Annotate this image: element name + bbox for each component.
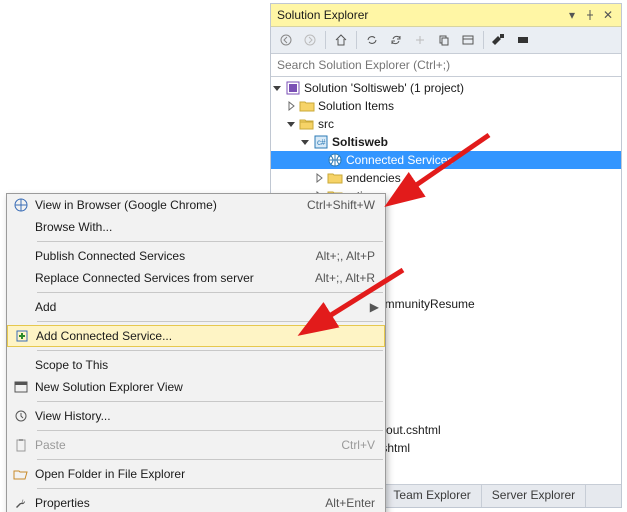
wrench-icon (7, 496, 35, 510)
folder-icon (327, 170, 343, 186)
panel-title: Solution Explorer (277, 8, 563, 22)
node-label: Solution Items (318, 97, 394, 115)
menu-item-shortcut: Ctrl+Shift+W (307, 198, 385, 212)
menu-item-browse-with[interactable]: Browse With... (7, 216, 385, 238)
menu-separator (37, 401, 383, 402)
folder-open-icon (7, 468, 35, 480)
node-label: Solution 'Soltisweb' (1 project) (304, 79, 464, 97)
twisty-icon[interactable] (271, 82, 283, 94)
menu-item-shortcut: Alt+Enter (325, 496, 385, 510)
menu-item-paste: PasteCtrl+V (7, 434, 385, 456)
menu-item-view-history[interactable]: View History... (7, 405, 385, 427)
twisty-icon[interactable] (285, 118, 297, 130)
project-node[interactable]: c# Soltisweb (271, 133, 621, 151)
search-input[interactable] (271, 54, 621, 76)
menu-item-label: Browse With... (35, 220, 385, 234)
twisty-icon[interactable] (313, 154, 325, 166)
node-label: src (318, 115, 334, 133)
menu-item-publish-connected-services[interactable]: Publish Connected ServicesAlt+;, Alt+P (7, 245, 385, 267)
menu-item-label: Replace Connected Services from server (35, 271, 315, 285)
menu-item-label: Open Folder in File Explorer (35, 467, 385, 481)
refresh-icon[interactable] (385, 30, 407, 50)
twisty-icon[interactable] (313, 172, 325, 184)
collapse-icon[interactable] (409, 30, 431, 50)
menu-item-label: Add Connected Service... (36, 329, 384, 343)
menu-item-label: Publish Connected Services (35, 249, 316, 263)
copy-icon[interactable] (433, 30, 455, 50)
menu-item-label: Properties (35, 496, 325, 510)
node-label: endencies (346, 169, 401, 187)
node-label: Connected Services (346, 151, 453, 169)
context-menu: View in Browser (Google Chrome)Ctrl+Shif… (6, 193, 386, 512)
menu-separator (37, 292, 383, 293)
menu-item-add[interactable]: Add▶ (7, 296, 385, 318)
back-icon[interactable] (275, 30, 297, 50)
solution-icon (285, 80, 301, 96)
menu-separator (37, 350, 383, 351)
tab-server-explorer[interactable]: Server Explorer (482, 485, 586, 507)
menu-separator (37, 488, 383, 489)
preview-icon[interactable] (512, 30, 534, 50)
menu-item-label: New Solution Explorer View (35, 380, 385, 394)
sync-icon[interactable] (361, 30, 383, 50)
menu-item-open-folder-in-file-explorer[interactable]: Open Folder in File Explorer (7, 463, 385, 485)
menu-item-replace-connected-services-from-server[interactable]: Replace Connected Services from serverAl… (7, 267, 385, 289)
menu-item-label: Add (35, 300, 385, 314)
show-all-icon[interactable] (457, 30, 479, 50)
folder-icon (299, 98, 315, 114)
solution-items-node[interactable]: Solution Items (271, 97, 621, 115)
connected-services-icon (327, 152, 343, 168)
menu-item-shortcut: Ctrl+V (341, 438, 385, 452)
twisty-icon[interactable] (299, 136, 311, 148)
src-folder-node[interactable]: src (271, 115, 621, 133)
dropdown-icon[interactable]: ▾ (563, 7, 581, 23)
close-icon[interactable]: ✕ (599, 7, 617, 23)
node-label: Soltisweb (332, 133, 388, 151)
menu-item-view-in-browser-google-chrome[interactable]: View in Browser (Google Chrome)Ctrl+Shif… (7, 194, 385, 216)
menu-separator (37, 459, 383, 460)
folder-node[interactable]: endencies (271, 169, 621, 187)
folder-icon (299, 116, 315, 132)
menu-item-label: View History... (35, 409, 385, 423)
menu-item-shortcut: Alt+;, Alt+R (315, 271, 385, 285)
menu-item-add-connected-service[interactable]: Add Connected Service... (7, 325, 385, 347)
menu-item-properties[interactable]: PropertiesAlt+Enter (7, 492, 385, 512)
solution-node[interactable]: Solution 'Soltisweb' (1 project) (271, 79, 621, 97)
plus-icon (8, 329, 36, 343)
pin-icon[interactable] (581, 7, 599, 23)
connected-services-node[interactable]: Connected Services (271, 151, 621, 169)
paste-icon (7, 438, 35, 452)
menu-item-shortcut: Alt+;, Alt+P (316, 249, 385, 263)
menu-item-label: Scope to This (35, 358, 385, 372)
properties-icon[interactable] (488, 30, 510, 50)
home-icon[interactable] (330, 30, 352, 50)
menu-separator (37, 241, 383, 242)
panel-titlebar[interactable]: Solution Explorer ▾ ✕ (271, 4, 621, 27)
search-box[interactable] (271, 54, 621, 77)
twisty-icon[interactable] (285, 100, 297, 112)
menu-item-label: View in Browser (Google Chrome) (35, 198, 307, 212)
menu-item-scope-to-this[interactable]: Scope to This (7, 354, 385, 376)
forward-icon[interactable] (299, 30, 321, 50)
menu-item-new-solution-explorer-view[interactable]: New Solution Explorer View (7, 376, 385, 398)
submenu-arrow-icon: ▶ (370, 300, 379, 314)
window-icon (7, 380, 35, 394)
menu-item-label: Paste (35, 438, 341, 452)
menu-separator (37, 430, 383, 431)
csproj-icon: c# (313, 134, 329, 150)
globe-icon (7, 198, 35, 212)
tab-team-explorer[interactable]: Team Explorer (383, 485, 481, 507)
svg-text:c#: c# (317, 138, 326, 147)
panel-toolbar (271, 27, 621, 54)
history-icon (7, 409, 35, 423)
menu-separator (37, 321, 383, 322)
